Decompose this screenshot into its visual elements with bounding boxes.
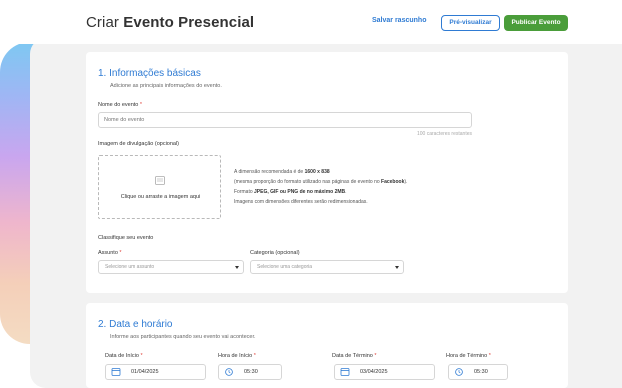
subject-label: Assunto * <box>98 250 122 256</box>
classify-label: Classifique seu evento <box>98 235 154 241</box>
chevron-down-icon <box>395 266 399 269</box>
page-title: Criar Evento Presencial <box>86 14 255 31</box>
clock-icon <box>225 368 233 376</box>
calendar-icon <box>111 368 121 376</box>
image-icon <box>155 176 165 185</box>
image-label: Imagem de divulgação (opcional) <box>98 141 180 147</box>
start-time-label: Hora de Início * <box>218 353 256 359</box>
section-subtitle: Informe aos participantes quando seu eve… <box>110 334 256 340</box>
section-title: 1. Informações básicas <box>98 68 201 79</box>
publish-button[interactable]: Publicar Evento <box>504 15 568 31</box>
end-date-label: Data de Término * <box>332 353 377 359</box>
chevron-down-icon <box>235 266 239 269</box>
image-dropzone[interactable]: Clique ou arraste a imagem aqui <box>98 155 221 219</box>
clock-icon <box>455 368 463 376</box>
image-info-line: A dimensão recomendada é de 1600 x 838 <box>234 169 330 175</box>
start-date-label: Data de Início * <box>105 353 143 359</box>
end-time-label: Hora de Término * <box>446 353 491 359</box>
section-title: 2. Data e horário <box>98 319 173 330</box>
event-name-counter: 100 caracteres restantes <box>416 131 472 137</box>
basic-info-card: 1. Informações básicas Adicione as princ… <box>86 52 568 293</box>
save-draft-button[interactable]: Salvar rascunho <box>372 17 426 24</box>
image-info-line: Formato JPEG, GIF ou PNG de no máximo 2M… <box>234 189 347 195</box>
page-header: Criar Evento Presencial Salvar rascunho … <box>0 0 622 44</box>
end-time-input[interactable]: 05:30 <box>448 364 508 380</box>
image-info-line: (mesma proporção do formato utilizado na… <box>234 179 408 185</box>
calendar-icon <box>340 368 350 376</box>
end-date-input[interactable]: 03/04/2025 <box>334 364 435 380</box>
section-subtitle: Adicione as principais informações do ev… <box>110 83 222 89</box>
event-name-input[interactable] <box>98 112 472 128</box>
dropzone-text: Clique ou arraste a imagem aqui <box>120 194 201 200</box>
subject-select[interactable]: Selecione um assunto <box>98 260 244 274</box>
date-time-card: 2. Data e horário Informe aos participan… <box>86 303 568 388</box>
event-name-label: Nome do evento * <box>98 102 143 108</box>
category-label: Categoria (opcional) <box>250 250 300 256</box>
category-select[interactable]: Selecione uma categoria <box>250 260 404 274</box>
preview-button[interactable]: Pré-visualizar <box>441 15 500 31</box>
start-time-input[interactable]: 05:30 <box>218 364 282 380</box>
image-info-line: Imagens com dimensões diferentes serão r… <box>234 199 368 205</box>
start-date-input[interactable]: 01/04/2025 <box>105 364 206 380</box>
